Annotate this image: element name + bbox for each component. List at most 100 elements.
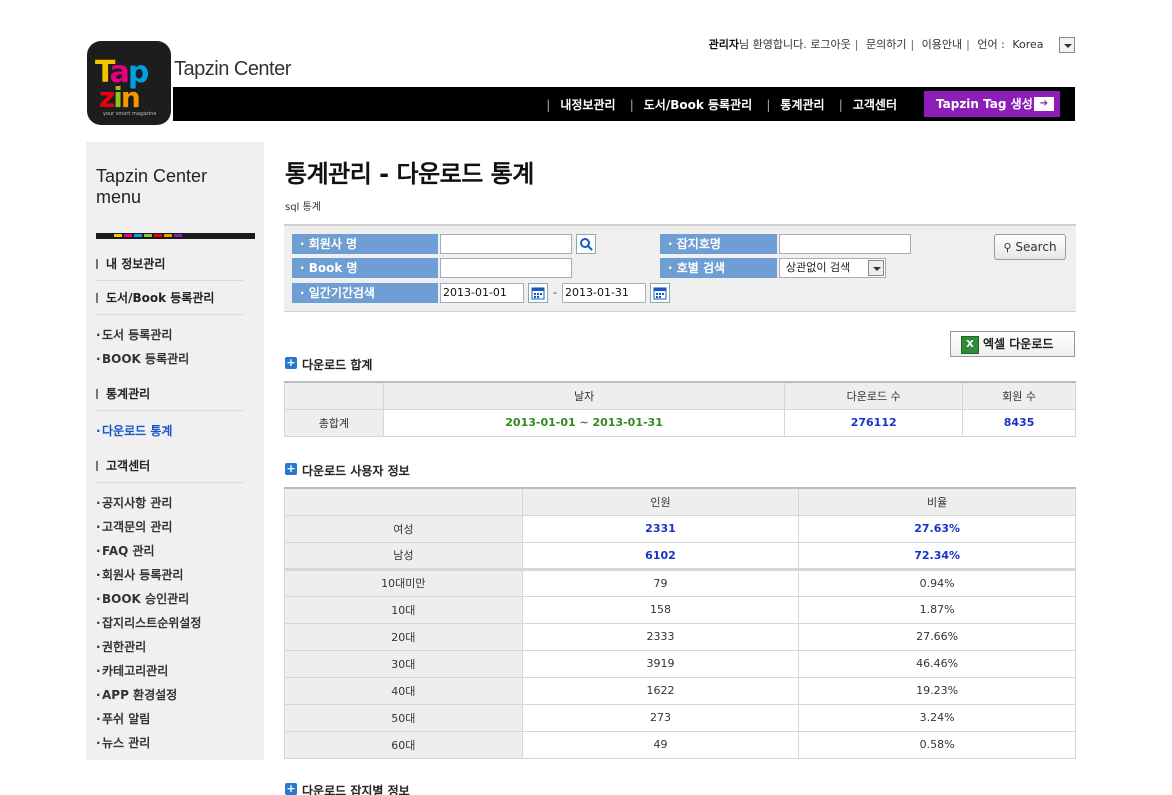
users-section-title: 다운로드 사용자 정보 <box>285 462 410 479</box>
magazine-section-title: 다운로드 잡지별 정보 <box>285 782 410 795</box>
sidebar-item-company-register[interactable]: 회원사 등록관리 <box>96 563 244 587</box>
company-input[interactable] <box>440 234 572 254</box>
sidebar-color-stripe <box>96 233 255 239</box>
sidebar: Tapzin Center menu 내 정보관리 도서/Book 등록관리 도… <box>86 142 264 760</box>
download-summary-table: 날자 다운로드 수 회원 수 총합계 2013-01-01 ~ 2013-01-… <box>284 381 1076 437</box>
sidebar-item-permissions[interactable]: 권한관리 <box>96 635 244 659</box>
sidebar-section-customer-center[interactable]: 고객센터 <box>96 449 244 483</box>
chevron-down-icon <box>868 260 884 276</box>
ratio-cell: 1.87% <box>798 595 1076 624</box>
sidebar-item-download-stats[interactable]: 다운로드 통계 <box>96 419 244 443</box>
book-label: · Book 명 <box>292 258 438 278</box>
sidebar-item-news[interactable]: 뉴스 관리 <box>96 731 244 755</box>
date-from-input[interactable]: 2013-01-01 <box>440 283 524 303</box>
greeting-text: 님 환영합니다. <box>739 38 807 51</box>
page-subtitle: sql 통계 <box>285 202 321 213</box>
guide-link[interactable]: 이용안내 <box>922 38 962 51</box>
calendar-icon <box>531 287 545 300</box>
period-label: · 일간기간검색 <box>292 283 438 303</box>
table-row: 30대 3919 46.46% <box>284 649 1076 678</box>
sidebar-item-book-approval[interactable]: BOOK 승인관리 <box>96 587 244 611</box>
table-row: 여성 2331 27.63% <box>284 514 1076 543</box>
inquiry-link[interactable]: 문의하기 <box>866 38 906 51</box>
table-header-cell: 다운로드 수 <box>784 381 964 410</box>
sidebar-item-magazine-rank[interactable]: 잡지리스트순위설정 <box>96 611 244 635</box>
date-separator: - <box>553 286 557 299</box>
date-to-input[interactable]: 2013-01-31 <box>562 283 646 303</box>
row-label: 20대 <box>284 622 523 651</box>
issue-select-value: 상관없이 검색 <box>786 261 851 274</box>
sidebar-section-book-register[interactable]: 도서/Book 등록관리 <box>96 281 244 315</box>
main-nav: | 내정보관리 | 도서/Book 등록관리 | 통계관리 | 고객센터 Tapzin … <box>173 87 1075 121</box>
table-header-cell <box>284 381 384 410</box>
row-label: 총합계 <box>284 408 384 437</box>
table-header-row: 인원 비율 <box>284 487 1076 516</box>
page-title: 통계관리 - 다운로드 통계 <box>285 160 534 188</box>
sidebar-item-app-settings[interactable]: APP 환경설정 <box>96 683 244 707</box>
nav-statistics[interactable]: 통계관리 <box>780 98 824 112</box>
language-dropdown[interactable] <box>1059 37 1075 53</box>
language-value: Korea <box>1012 38 1044 51</box>
row-label: 여성 <box>284 514 523 543</box>
sidebar-item-faq[interactable]: FAQ 관리 <box>96 539 244 563</box>
excel-icon: X <box>961 336 979 354</box>
excel-download-button[interactable]: X 엑셀 다운로드 <box>950 331 1075 357</box>
sidebar-item-book-register[interactable]: 도서 등록관리 <box>96 323 244 347</box>
sidebar-item-notice[interactable]: 공지사항 관리 <box>96 491 244 515</box>
search-button[interactable]: ⚲ Search <box>994 234 1066 260</box>
date-to-calendar-button[interactable] <box>650 283 670 303</box>
sidebar-item-inquiry[interactable]: 고객문의 관리 <box>96 515 244 539</box>
count-cell: 6102 <box>521 541 800 570</box>
sidebar-item-push[interactable]: 푸쉬 알림 <box>96 707 244 731</box>
sidebar-menu: 내 정보관리 도서/Book 등록관리 도서 등록관리 BOOK 등록관리 통계… <box>96 247 244 761</box>
magazine-input[interactable] <box>779 234 911 254</box>
summary-period: 2013-01-01 ~ 2013-01-31 <box>382 408 786 437</box>
sidebar-section-statistics[interactable]: 통계관리 <box>96 377 244 411</box>
table-header-cell: 회원 수 <box>962 381 1076 410</box>
arrow-right-icon: ➔ <box>1034 97 1054 111</box>
date-from-calendar-button[interactable] <box>528 283 548 303</box>
table-row: 10대미만 79 0.94% <box>284 567 1076 597</box>
table-row: 10대 158 1.87% <box>284 595 1076 624</box>
logout-link[interactable]: 로그아웃 <box>810 38 850 51</box>
count-cell: 158 <box>521 595 800 624</box>
logo-line2: zin <box>99 81 141 114</box>
nav-book-register[interactable]: 도서/Book 등록관리 <box>644 98 752 112</box>
search-button-label: Search <box>1015 240 1057 254</box>
ratio-cell: 27.66% <box>798 622 1076 651</box>
ratio-cell: 3.24% <box>798 703 1076 732</box>
count-cell: 3919 <box>521 649 800 678</box>
sidebar-section-my-info[interactable]: 내 정보관리 <box>96 247 244 281</box>
sidebar-title: Tapzin Center menu <box>96 166 208 207</box>
ratio-cell: 19.23% <box>798 676 1076 705</box>
company-search-button[interactable] <box>576 234 596 254</box>
book-input[interactable] <box>440 258 572 278</box>
search-panel: · 회원사 명 · Book 명 · 일간기간검색 2013-01-01 - 2… <box>284 224 1076 312</box>
row-label: 50대 <box>284 703 523 732</box>
top-utility-bar: 관리자님 환영합니다. 로그아웃 | 문의하기 | 이용안내 | 언어 : Korea <box>600 36 1075 53</box>
summary-members: 8435 <box>962 408 1076 437</box>
table-header-cell: 날자 <box>382 381 786 410</box>
table-header-cell: 인원 <box>521 487 800 516</box>
row-label: 10대 <box>284 595 523 624</box>
ratio-cell: 72.34% <box>798 541 1076 570</box>
ratio-cell: 0.58% <box>798 730 1076 759</box>
nav-customer-center[interactable]: 고객센터 <box>853 98 897 112</box>
summary-downloads: 276112 <box>784 408 964 437</box>
row-label: 10대미만 <box>284 567 523 597</box>
sidebar-item-categories[interactable]: 카테고리관리 <box>96 659 244 683</box>
table-header-row: 날자 다운로드 수 회원 수 <box>284 381 1076 410</box>
nav-my-info[interactable]: 내정보관리 <box>560 98 615 112</box>
table-header-cell: 비율 <box>798 487 1076 516</box>
count-cell: 2333 <box>521 622 800 651</box>
issue-select[interactable]: 상관없이 검색 <box>779 258 886 278</box>
user-name: 관리자 <box>708 38 740 51</box>
create-tag-button[interactable]: Tapzin Tag 생성 ➔ <box>924 91 1060 117</box>
count-cell: 2331 <box>521 514 800 543</box>
row-label: 30대 <box>284 649 523 678</box>
table-row: 40대 1622 19.23% <box>284 676 1076 705</box>
sidebar-item-book-manage[interactable]: BOOK 등록관리 <box>96 347 244 371</box>
tapzin-logo[interactable]: Tap zin your smart magazine <box>87 41 171 125</box>
table-header-cell <box>284 487 523 516</box>
download-users-table: 인원 비율 여성 2331 27.63% 남성 6102 72.34% 10대미… <box>284 487 1076 759</box>
